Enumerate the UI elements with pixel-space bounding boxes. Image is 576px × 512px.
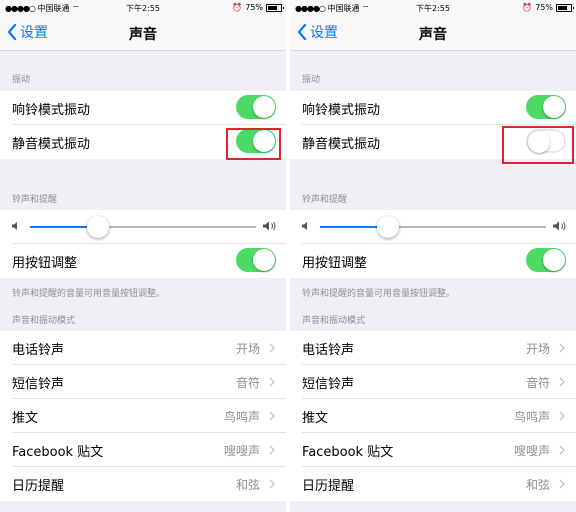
section-header-vibrate: 振动 [12, 75, 31, 85]
phone-screen-right: ●●●●○ 中国联通 ⌔ 下午2:55 ⏰ 75% 设置 声音 振动 响铃模式振… [290, 0, 576, 512]
nav-bar: 设置 声音 [290, 16, 576, 51]
chevron-right-icon [269, 479, 276, 489]
battery-area: ⏰ 75% [232, 3, 284, 12]
volume-slider-row [0, 210, 286, 244]
row-text-tone[interactable]: 短信铃声 音符 [290, 365, 576, 399]
highlight-box [226, 128, 281, 160]
toggle-knob [543, 96, 565, 118]
battery-icon [556, 3, 574, 12]
row-label: Facebook 贴文 [12, 444, 104, 460]
section-header-ringer: 铃声和提醒 [302, 195, 348, 205]
volume-low-icon [12, 222, 17, 230]
comparison-view: ●●●●○ 中国联通 ⌔ 下午2:55 ⏰ 75% 设置 声音 振动 响铃模式振… [0, 0, 576, 512]
status-bar: ●●●●○ 中国联通 ⌔ 下午2:55 ⏰ 75% [0, 0, 286, 16]
chevron-right-icon [559, 343, 566, 353]
row-label: 电话铃声 [12, 342, 65, 358]
volume-high-icon [553, 221, 566, 231]
section-header-vibrate: 振动 [302, 75, 321, 85]
chevron-right-icon [559, 479, 566, 489]
page-title: 声音 [129, 27, 157, 43]
row-value: 开场 [235, 341, 260, 356]
section-header-patterns: 声音和振动模式 [12, 316, 76, 326]
toggle-knob [253, 96, 275, 118]
patterns-group: 电话铃声 开场 短信铃声 音符 推文 鸟鸣声 Facebook 贴文 嗖嗖声 日… [290, 331, 576, 501]
row-calendar-alert[interactable]: 日历提醒 和弦 [0, 467, 286, 501]
row-label: 电话铃声 [302, 342, 355, 358]
ringer-group: 用按钮调整 [0, 210, 286, 278]
row-label: 日历提醒 [12, 478, 65, 494]
row-ring-vibrate: 响铃模式振动 [0, 91, 286, 125]
nav-bar: 设置 声音 [0, 16, 286, 51]
row-value: 和弦 [235, 477, 260, 492]
row-value: 和弦 [525, 477, 550, 492]
toggle-knob [543, 249, 565, 271]
ring-vibrate-toggle[interactable] [526, 95, 566, 119]
row-value: 音符 [235, 375, 260, 390]
alarm-icon: ⏰ [522, 3, 533, 12]
chevron-right-icon [559, 377, 566, 387]
chevron-right-icon [269, 377, 276, 387]
chevron-right-icon [559, 445, 566, 455]
row-adjust-with-buttons: 用按钮调整 [0, 244, 286, 278]
battery-icon [266, 3, 284, 12]
row-tweet[interactable]: 推文 鸟鸣声 [290, 399, 576, 433]
row-adjust-with-buttons: 用按钮调整 [290, 244, 576, 278]
row-value: 鸟鸣声 [223, 409, 260, 424]
highlight-box [502, 126, 574, 164]
row-label: 短信铃声 [12, 376, 65, 392]
ringer-group: 用按钮调整 [290, 210, 576, 278]
ringer-footnote: 铃声和提醒的音量可用音量按钮调整。 [302, 289, 456, 299]
row-value: 鸟鸣声 [513, 409, 550, 424]
row-ring-vibrate: 响铃模式振动 [290, 91, 576, 125]
ringer-footnote: 铃声和提醒的音量可用音量按钮调整。 [12, 289, 166, 299]
ring-vibrate-toggle[interactable] [236, 95, 276, 119]
row-tweet[interactable]: 推文 鸟鸣声 [0, 399, 286, 433]
volume-slider-row [290, 210, 576, 244]
battery-percent: 75% [245, 3, 263, 12]
row-facebook-post[interactable]: Facebook 贴文 嗖嗖声 [0, 433, 286, 467]
row-facebook-post[interactable]: Facebook 贴文 嗖嗖声 [290, 433, 576, 467]
row-ringtone[interactable]: 电话铃声 开场 [0, 331, 286, 365]
volume-low-icon [302, 222, 307, 230]
volume-slider[interactable] [30, 216, 256, 238]
toggle-knob [253, 249, 275, 271]
row-text-tone[interactable]: 短信铃声 音符 [0, 365, 286, 399]
adjust-with-buttons-toggle[interactable] [236, 248, 276, 272]
row-value: 音符 [525, 375, 550, 390]
chevron-right-icon [269, 411, 276, 421]
status-bar: ●●●●○ 中国联通 ⌔ 下午2:55 ⏰ 75% [290, 0, 576, 16]
page-title: 声音 [419, 27, 447, 43]
row-label: 日历提醒 [302, 478, 355, 494]
chevron-right-icon [269, 445, 276, 455]
battery-percent: 75% [535, 3, 553, 12]
row-ringtone[interactable]: 电话铃声 开场 [290, 331, 576, 365]
section-header-ringer: 铃声和提醒 [12, 195, 58, 205]
row-label: 推文 [12, 410, 39, 426]
row-calendar-alert[interactable]: 日历提醒 和弦 [290, 467, 576, 501]
row-label: 推文 [302, 410, 329, 426]
adjust-with-buttons-toggle[interactable] [526, 248, 566, 272]
patterns-group: 电话铃声 开场 短信铃声 音符 推文 鸟鸣声 Facebook 贴文 嗖嗖声 日… [0, 331, 286, 501]
row-value: 嗖嗖声 [223, 443, 260, 458]
chevron-right-icon [269, 343, 276, 353]
row-label: 短信铃声 [302, 376, 355, 392]
volume-slider-thumb[interactable] [86, 216, 109, 238]
section-header-patterns: 声音和振动模式 [302, 316, 366, 326]
alarm-icon: ⏰ [232, 3, 243, 12]
row-value: 嗖嗖声 [513, 443, 550, 458]
phone-screen-left: ●●●●○ 中国联通 ⌔ 下午2:55 ⏰ 75% 设置 声音 振动 响铃模式振… [0, 0, 286, 512]
row-label: Facebook 贴文 [302, 444, 394, 460]
row-value: 开场 [525, 341, 550, 356]
battery-area: ⏰ 75% [522, 3, 574, 12]
volume-high-icon [263, 221, 276, 231]
volume-slider[interactable] [320, 216, 546, 238]
volume-slider-thumb[interactable] [376, 216, 399, 238]
chevron-right-icon [559, 411, 566, 421]
